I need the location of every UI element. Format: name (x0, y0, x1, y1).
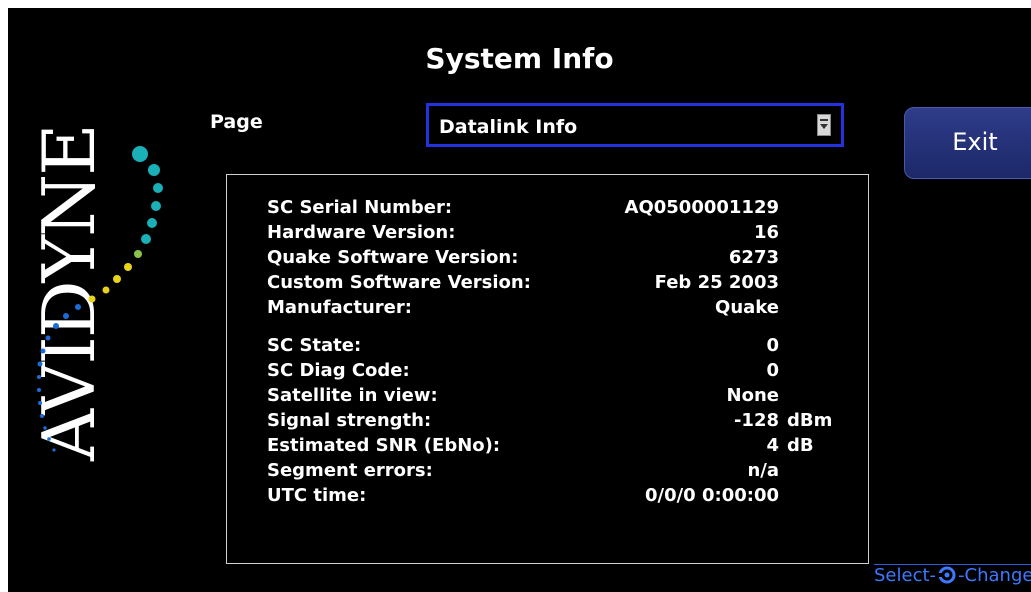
info-value: 0/0/0 0:00:00 (644, 485, 779, 506)
info-unit: dBm (787, 410, 833, 431)
page-title: System Info (425, 42, 614, 75)
info-row: Signal strength: -128 dBm (227, 410, 870, 434)
hint-select-text: Select- (874, 565, 937, 586)
info-value: 4 (766, 435, 779, 456)
info-value: Feb 25 2003 (654, 272, 779, 293)
info-value: n/a (747, 460, 779, 481)
info-label: Custom Software Version: (267, 272, 531, 293)
info-row: Quake Software Version: 6273 (227, 247, 870, 271)
info-label: Quake Software Version: (267, 247, 519, 268)
info-value: Quake (715, 297, 779, 318)
info-row: Custom Software Version: Feb 25 2003 (227, 272, 870, 296)
system-info-screen: System Info Page Datalink Info Exit AVID… (8, 8, 1031, 592)
info-unit: dB (787, 435, 814, 456)
info-value: -128 (733, 410, 779, 431)
info-row: SC Serial Number: AQ0500001129 (227, 197, 870, 221)
info-label: Estimated SNR (EbNo): (267, 435, 501, 456)
logo-dots (37, 146, 163, 452)
avidyne-logo: AVIDYNE (27, 125, 178, 486)
info-row: Satellite in view: None (227, 385, 870, 409)
datalink-info-panel: SC Serial Number: AQ0500001129 Hardware … (226, 174, 869, 564)
page-select-value: Datalink Info (439, 116, 578, 138)
hint-change-text: -Change (958, 565, 1031, 586)
info-value: 6273 (728, 247, 779, 268)
info-value: 0 (766, 360, 779, 381)
page-select[interactable]: Datalink Info (426, 103, 844, 147)
page-label: Page (210, 111, 263, 133)
info-label: SC Serial Number: (267, 197, 453, 218)
exit-button[interactable]: Exit (904, 107, 1031, 179)
info-value: 0 (766, 335, 779, 356)
info-row: SC Diag Code: 0 (227, 360, 870, 384)
info-value: None (726, 385, 779, 406)
rotary-knob-icon (938, 566, 956, 584)
info-row: Hardware Version: 16 (227, 222, 870, 246)
info-value: AQ0500001129 (624, 197, 779, 218)
info-label: Segment errors: (267, 460, 433, 481)
info-label: Signal strength: (267, 410, 432, 431)
info-row: UTC time: 0/0/0 0:00:00 (227, 485, 870, 509)
info-row: Estimated SNR (EbNo): 4 dB (227, 435, 870, 459)
info-label: SC Diag Code: (267, 360, 410, 381)
info-label: SC State: (267, 335, 362, 356)
info-label: Satellite in view: (267, 385, 438, 406)
select-change-hint: Select- -Change (874, 564, 1031, 592)
info-label: Manufacturer: (267, 297, 412, 318)
chevron-down-icon (820, 119, 828, 129)
info-row: Segment errors: n/a (227, 460, 870, 484)
exit-button-label: Exit (952, 128, 998, 156)
info-row: SC State: 0 (227, 335, 870, 359)
dropdown-button[interactable] (817, 114, 831, 136)
info-row: Manufacturer: Quake (227, 297, 870, 321)
info-label: UTC time: (267, 485, 367, 506)
info-label: Hardware Version: (267, 222, 456, 243)
info-value: 16 (753, 222, 779, 243)
